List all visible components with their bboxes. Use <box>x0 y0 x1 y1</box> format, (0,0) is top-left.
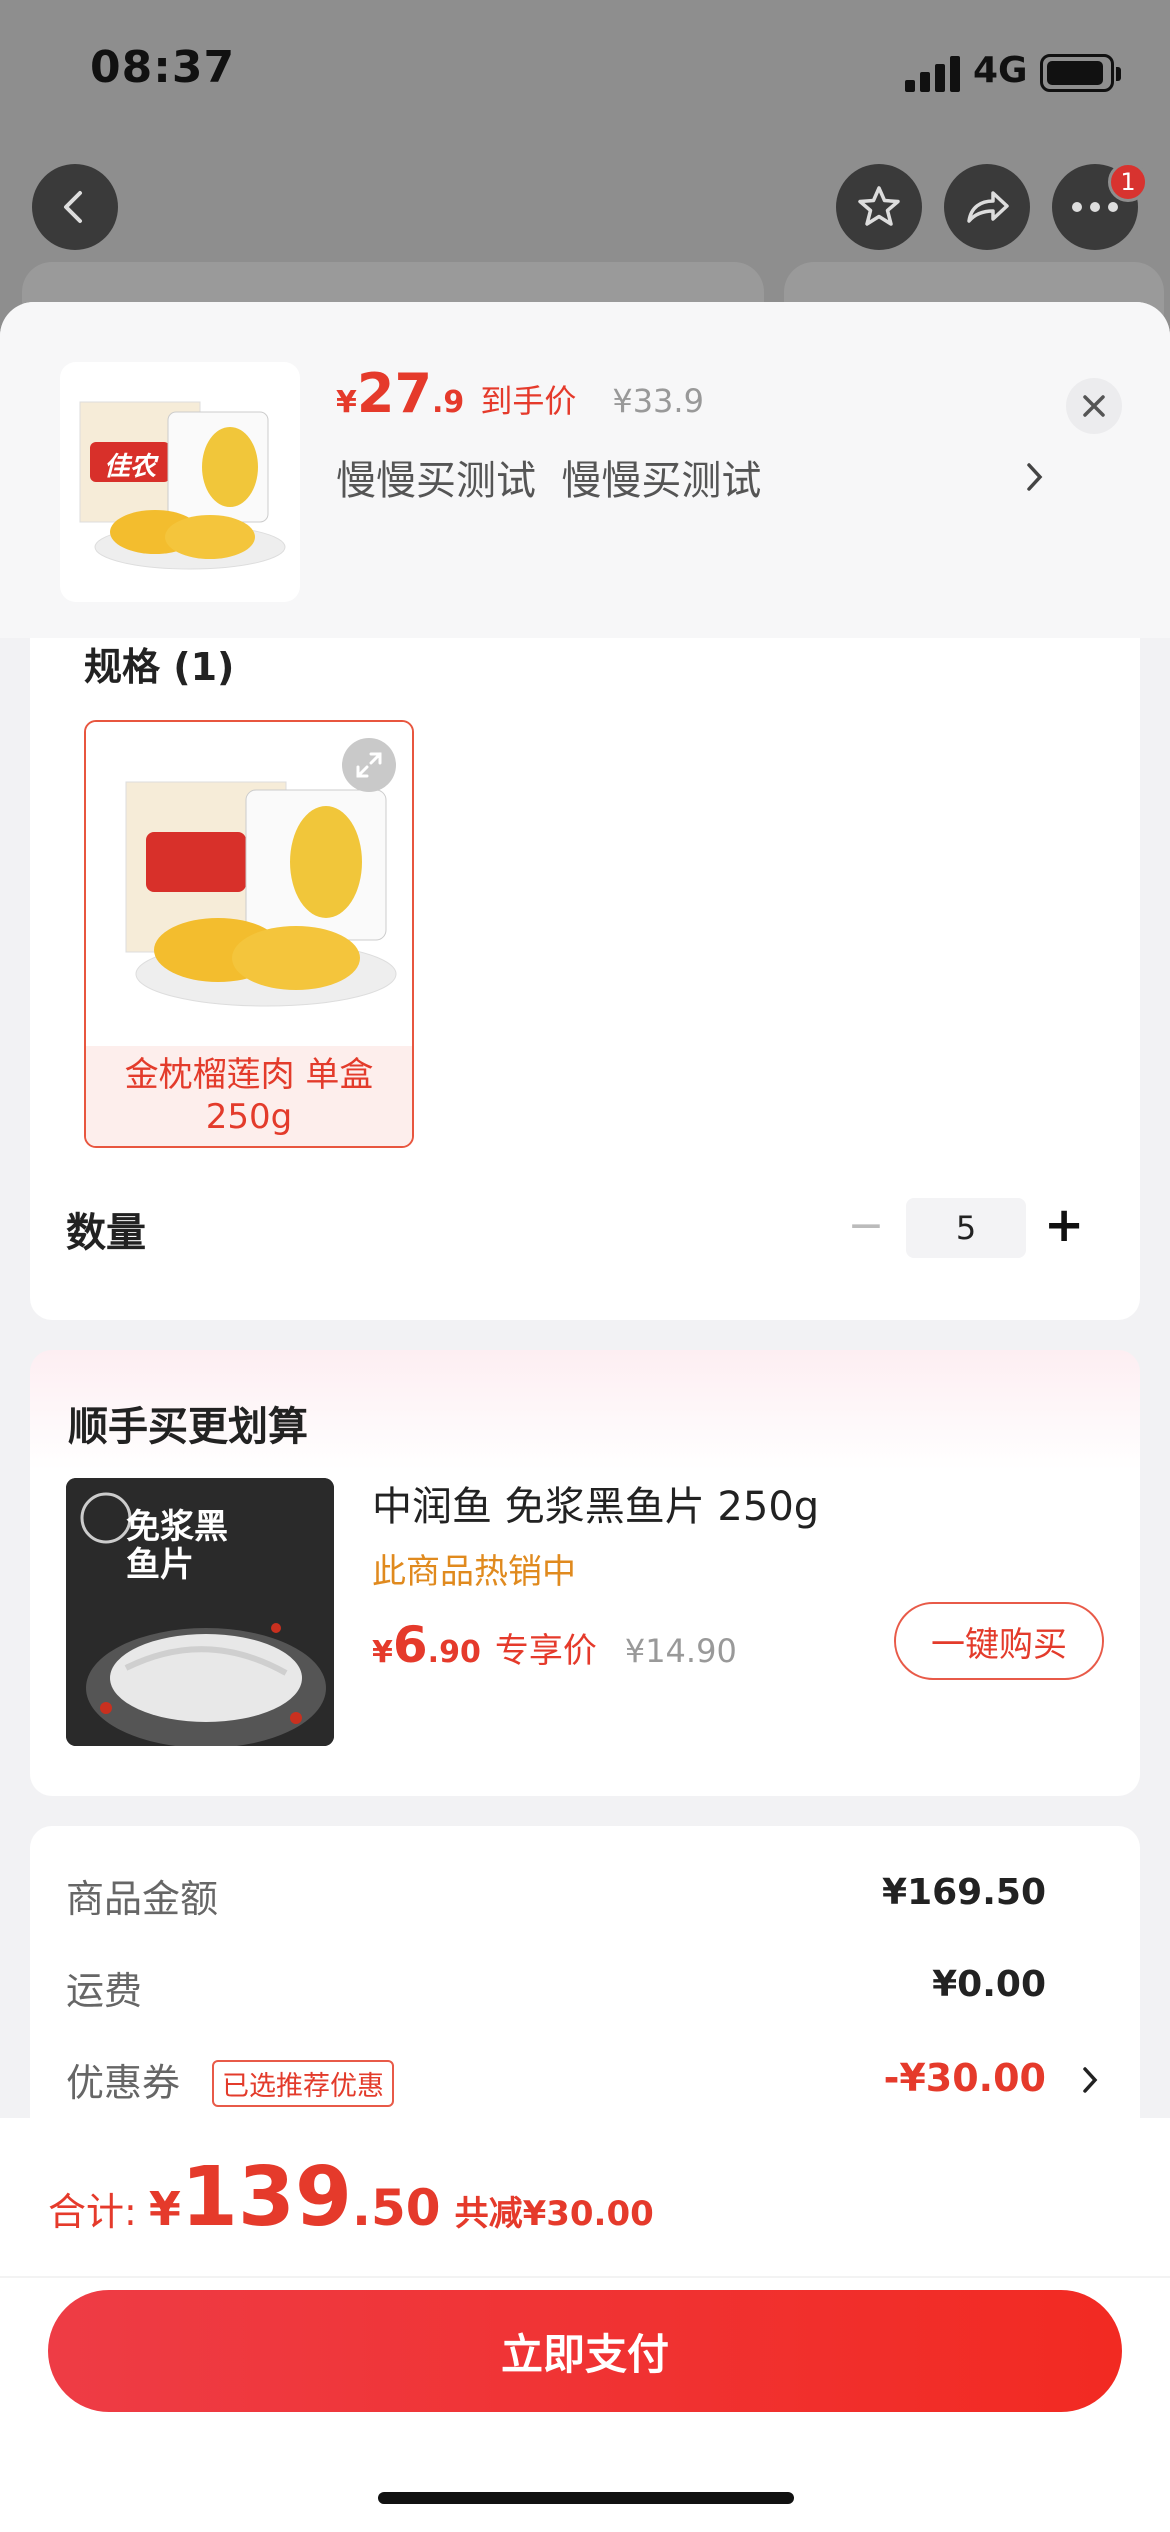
addon-product-image[interactable]: 免浆黑鱼片 <box>66 1478 334 1746</box>
total-decimal: .50 <box>352 2179 441 2237</box>
back-button[interactable] <box>32 164 118 250</box>
original-price: ¥14.90 <box>624 1632 737 1670</box>
shipping-label: 运费 <box>66 1969 143 2013</box>
price-symbol: ¥ <box>336 385 357 420</box>
expand-image-button[interactable] <box>342 738 396 792</box>
signal-icon <box>905 56 961 92</box>
quantity-increase-button[interactable]: + <box>1044 1192 1084 1258</box>
quantity-label: 数量 <box>66 1210 146 1256</box>
coupon-tag: 已选推荐优惠 <box>212 2060 394 2107</box>
total-price: 合计: ¥ 139 .50 共减¥30.00 <box>48 2150 654 2245</box>
close-button[interactable] <box>1066 378 1122 434</box>
chevron-left-icon <box>64 191 82 223</box>
spec-option-selected[interactable]: 金枕榴莲肉 单盒 250g <box>84 720 414 1148</box>
durian-package-image <box>79 401 286 570</box>
price-decimal: .90 <box>427 1635 481 1670</box>
chevron-right-icon[interactable] <box>1024 460 1046 494</box>
price-tag: 专享价 <box>494 1631 597 1671</box>
status-bar: 08:37 4G <box>0 0 1170 150</box>
quantity-input[interactable]: 5 <box>906 1198 1026 1258</box>
quick-buy-button[interactable]: 一键购买 <box>894 1602 1104 1680</box>
selected-sku-desc: 慢慢买测试 慢慢买测试 <box>336 458 762 504</box>
close-icon <box>1083 395 1105 417</box>
more-icon <box>1072 202 1118 212</box>
share-icon <box>967 191 1009 223</box>
price-decimal: .9 <box>432 385 465 420</box>
addon-price: ¥ 6 .90 专享价 ¥14.90 <box>372 1616 737 1676</box>
battery-icon <box>1040 54 1121 92</box>
favorite-button[interactable] <box>836 164 922 250</box>
expand-icon <box>356 752 382 778</box>
coupon-value[interactable]: -¥30.00 <box>800 2056 1046 2100</box>
status-time: 08:37 <box>90 42 236 93</box>
brand-logo-text: 佳农 <box>103 452 156 482</box>
price-integer: 27 <box>356 362 433 425</box>
product-price: ¥ 27 .9 到手价 ¥33.9 <box>336 362 704 425</box>
price-integer: 6 <box>392 1616 428 1674</box>
total-symbol: ¥ <box>148 2182 181 2236</box>
product-thumbnail[interactable]: 佳农 <box>60 362 300 602</box>
goods-amount-label: 商品金额 <box>66 1877 219 1921</box>
price-symbol: ¥ <box>372 1635 393 1670</box>
share-button[interactable] <box>944 164 1030 250</box>
notification-badge: 1 <box>1108 162 1148 202</box>
quantity-decrease-button[interactable]: − <box>846 1196 886 1256</box>
addon-hot-label: 此商品热销中 <box>372 1552 576 1592</box>
total-integer: 139 <box>180 2150 352 2245</box>
star-icon <box>858 186 900 226</box>
spec-option-label: 金枕榴莲肉 单盒 250g <box>86 1046 412 1146</box>
coupon-label: 优惠券 <box>66 2061 181 2105</box>
addon-name[interactable]: 中润鱼 免浆黑鱼片 250g <box>372 1474 819 1532</box>
home-indicator <box>378 2492 794 2504</box>
original-price: ¥33.9 <box>612 382 704 420</box>
network-type: 4G <box>973 50 1028 91</box>
shipping-value: ¥0.00 <box>932 1964 1046 2005</box>
addon-image-text: 免浆黑鱼片 <box>126 1507 228 1585</box>
chevron-right-icon[interactable] <box>1080 2064 1100 2096</box>
total-saved: 共减¥30.00 <box>454 2194 654 2234</box>
pay-now-button[interactable]: 立即支付 <box>48 2290 1122 2412</box>
price-tag: 到手价 <box>480 382 577 420</box>
total-label: 合计: <box>48 2190 137 2234</box>
divider <box>0 2276 1170 2278</box>
addon-title: 顺手买更划算 <box>68 1404 308 1450</box>
goods-amount-value: ¥169.50 <box>882 1872 1046 1913</box>
spec-title: 规格 (1) <box>84 645 235 689</box>
